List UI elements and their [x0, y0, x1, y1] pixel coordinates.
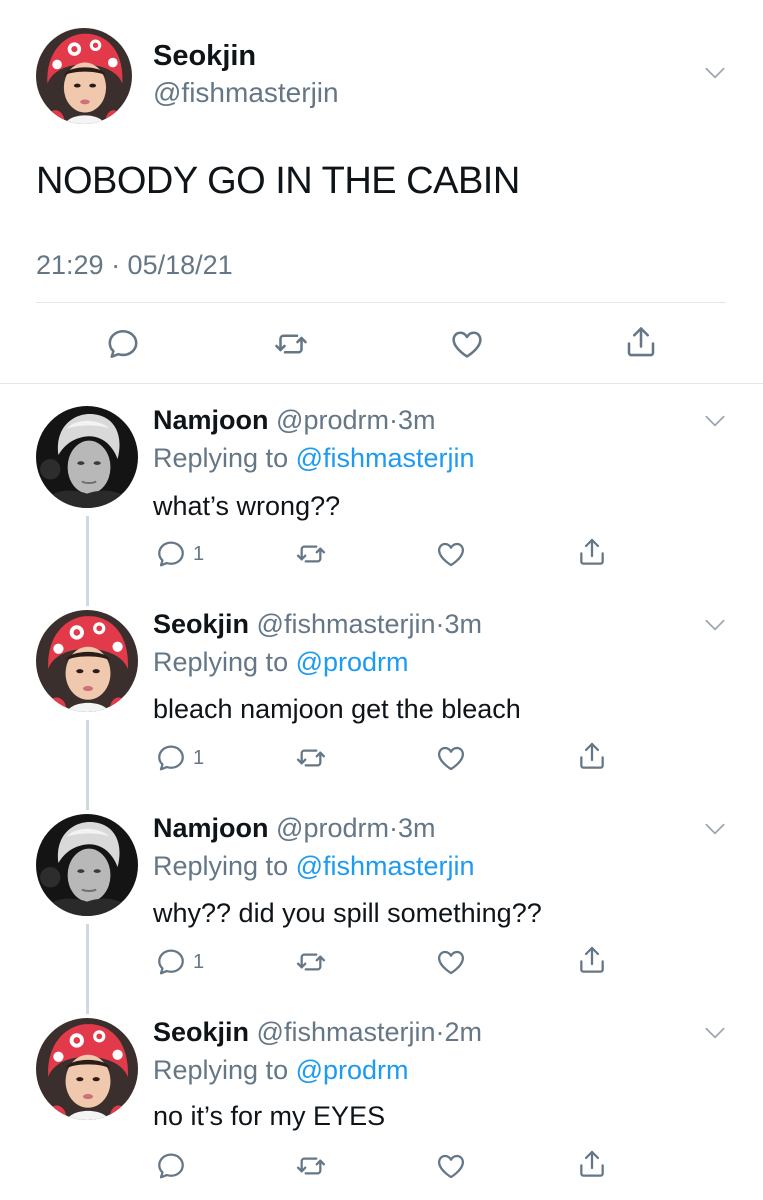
retweet-icon[interactable]: [295, 742, 327, 779]
reply-icon: [155, 538, 187, 570]
reply-icon: [155, 1150, 187, 1182]
separator-dot: ·: [435, 609, 445, 639]
share-icon[interactable]: [576, 740, 608, 777]
reply-button[interactable]: [155, 1150, 193, 1182]
chevron-down-icon[interactable]: [702, 408, 728, 434]
heart-icon[interactable]: [435, 1150, 467, 1187]
reply-text: what’s wrong??: [153, 491, 341, 521]
reply-handle[interactable]: @prodrm: [276, 405, 389, 435]
reply-handle[interactable]: @fishmasterjin: [257, 1017, 436, 1047]
replying-to-link[interactable]: @fishmasterjin: [296, 443, 475, 473]
reply-actions: 1: [155, 742, 615, 776]
reply-display-name[interactable]: Namjoon: [153, 405, 269, 435]
share-icon[interactable]: [576, 536, 608, 573]
reply-count: 1: [193, 950, 205, 973]
main-tweet-avatar[interactable]: [36, 28, 132, 124]
main-tweet-text: NOBODY GO IN THE CABIN: [36, 160, 520, 202]
reply-header: Seokjin @fishmasterjin·3m: [153, 607, 482, 641]
reply-time[interactable]: 3m: [445, 609, 483, 639]
reply-display-name[interactable]: Seokjin: [153, 1017, 249, 1047]
reply-time[interactable]: 3m: [398, 813, 436, 843]
thread-line: [86, 720, 89, 810]
main-tweet-display-name[interactable]: Seokjin: [153, 38, 256, 74]
seokjin-avatar-image: [36, 610, 138, 712]
reply-handle[interactable]: @prodrm: [276, 813, 389, 843]
main-tweet-handle[interactable]: @fishmasterjin: [153, 76, 339, 110]
heart-icon[interactable]: [435, 946, 467, 983]
reply-button[interactable]: 1: [155, 742, 204, 774]
retweet-icon[interactable]: [295, 538, 327, 575]
reply-time[interactable]: 2m: [445, 1017, 483, 1047]
reply-avatar[interactable]: [36, 1018, 138, 1120]
heart-icon[interactable]: [449, 326, 485, 362]
reply-avatar[interactable]: [36, 814, 138, 916]
reply-button[interactable]: 1: [155, 538, 204, 570]
seokjin-avatar-image: [36, 1018, 138, 1120]
chevron-down-icon[interactable]: [702, 612, 728, 638]
share-icon[interactable]: [623, 324, 659, 360]
chevron-down-icon[interactable]: [702, 60, 728, 86]
thread-line: [86, 516, 89, 606]
reply-button[interactable]: 1: [155, 946, 204, 978]
main-tweet-timestamp[interactable]: 21:29 · 05/18/21: [36, 248, 233, 282]
replying-to-line: Replying to @fishmasterjin: [153, 849, 475, 883]
retweet-icon[interactable]: [295, 1150, 327, 1187]
replying-to-line: Replying to @fishmasterjin: [153, 441, 475, 475]
separator-dot: ·: [388, 813, 398, 843]
replying-to-link[interactable]: @prodrm: [296, 647, 409, 677]
chevron-down-icon[interactable]: [702, 1020, 728, 1046]
share-icon[interactable]: [576, 1148, 608, 1185]
replying-to-line: Replying to @prodrm: [153, 1053, 409, 1087]
reply-text: bleach namjoon get the bleach: [153, 694, 521, 724]
reply-header: Seokjin @fishmasterjin·2m: [153, 1015, 482, 1049]
retweet-icon[interactable]: [295, 946, 327, 983]
reply-avatar[interactable]: [36, 610, 138, 712]
reply-icon[interactable]: [105, 326, 141, 362]
reply-avatar[interactable]: [36, 406, 138, 508]
separator-dot: ·: [435, 1017, 445, 1047]
replying-label: Replying to: [153, 647, 289, 677]
reply-actions: 1: [155, 946, 615, 980]
reply-icon: [155, 946, 187, 978]
retweet-icon[interactable]: [273, 326, 309, 362]
replying-to-link[interactable]: @prodrm: [296, 1055, 409, 1085]
seokjin-avatar-image: [36, 28, 132, 124]
thread-line: [86, 924, 89, 1014]
reply-text: no it’s for my EYES: [153, 1101, 386, 1131]
reply-time[interactable]: 3m: [398, 405, 436, 435]
replying-to-line: Replying to @prodrm: [153, 645, 409, 679]
reply-display-name[interactable]: Seokjin: [153, 609, 249, 639]
namjoon-avatar-image: [36, 814, 138, 916]
heart-icon[interactable]: [435, 538, 467, 575]
replying-label: Replying to: [153, 1055, 289, 1085]
namjoon-avatar-image: [36, 406, 138, 508]
reply-handle[interactable]: @fishmasterjin: [257, 609, 436, 639]
share-icon[interactable]: [576, 944, 608, 981]
section-divider: [0, 383, 763, 384]
reply-count: 1: [193, 542, 205, 565]
replying-label: Replying to: [153, 443, 289, 473]
reply-text: why?? did you spill something??: [153, 898, 542, 928]
replying-to-link[interactable]: @fishmasterjin: [296, 851, 475, 881]
reply-header: Namjoon @prodrm·3m: [153, 403, 435, 437]
reply-actions: [155, 1150, 615, 1184]
replying-label: Replying to: [153, 851, 289, 881]
separator-dot: ·: [388, 405, 398, 435]
reply-icon: [155, 742, 187, 774]
chevron-down-icon[interactable]: [702, 816, 728, 842]
heart-icon[interactable]: [435, 742, 467, 779]
reply-count: 1: [193, 746, 205, 769]
reply-actions: 1: [155, 538, 615, 572]
main-tweet-divider: [36, 302, 726, 303]
reply-header: Namjoon @prodrm·3m: [153, 811, 435, 845]
reply-display-name[interactable]: Namjoon: [153, 813, 269, 843]
